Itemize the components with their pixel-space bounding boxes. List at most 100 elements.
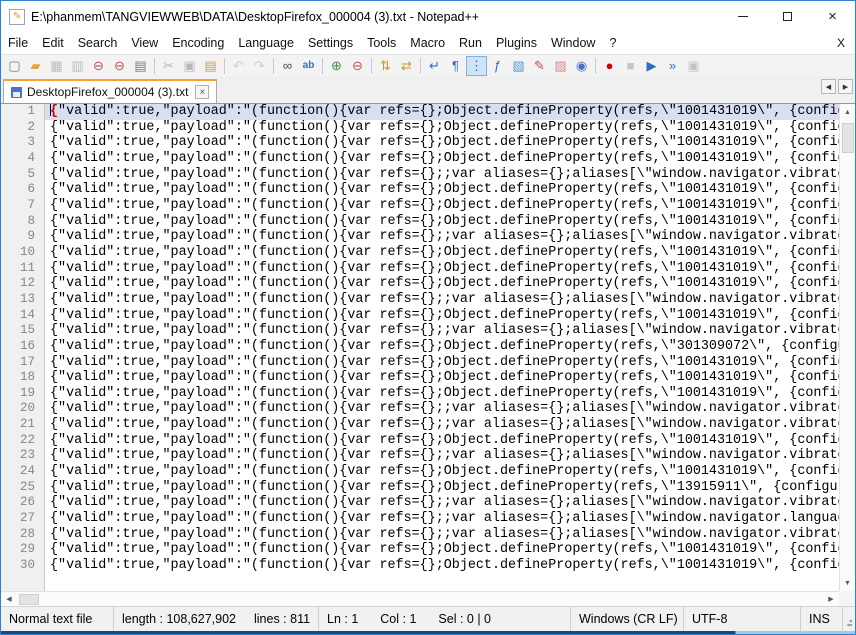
editor-line[interactable]: 22{"valid":true,"payload":"(function(){v… xyxy=(1,433,839,449)
editor-line[interactable]: 19{"valid":true,"payload":"(function(){v… xyxy=(1,386,839,402)
tab-close-button[interactable]: × xyxy=(195,85,209,99)
copy-icon[interactable]: ▣ xyxy=(179,56,200,76)
find-icon[interactable]: ∞ xyxy=(277,56,298,76)
close-file-icon[interactable]: ⊖ xyxy=(88,56,109,76)
editor-line[interactable]: 2{"valid":true,"payload":"(function(){va… xyxy=(1,120,839,136)
menu-item-tools[interactable]: Tools xyxy=(360,33,403,53)
editor-line[interactable]: 26{"valid":true,"payload":"(function(){v… xyxy=(1,495,839,511)
vertical-scroll-thumb[interactable] xyxy=(842,123,854,153)
editor-line[interactable]: 24{"valid":true,"payload":"(function(){v… xyxy=(1,464,839,480)
save-all-icon[interactable]: ▥ xyxy=(67,56,88,76)
editor-line[interactable]: 5{"valid":true,"payload":"(function(){va… xyxy=(1,167,839,183)
editor-line[interactable]: 16{"valid":true,"payload":"(function(){v… xyxy=(1,339,839,355)
editor-line[interactable]: 12{"valid":true,"payload":"(function(){v… xyxy=(1,276,839,292)
editor-line[interactable]: 25{"valid":true,"payload":"(function(){v… xyxy=(1,480,839,496)
print-icon[interactable]: ▤ xyxy=(130,56,151,76)
status-encoding[interactable]: UTF-8 xyxy=(684,607,801,631)
scroll-down-arrow-icon[interactable]: ▼ xyxy=(840,575,856,591)
editor-line[interactable]: 29{"valid":true,"payload":"(function(){v… xyxy=(1,542,839,558)
scroll-right-arrow-icon[interactable]: ▶ xyxy=(823,591,839,606)
zoom-out-icon[interactable]: ⊖ xyxy=(347,56,368,76)
line-number: 6 xyxy=(1,182,45,198)
scroll-up-arrow-icon[interactable]: ▲ xyxy=(840,104,856,120)
sync-vertical-icon[interactable]: ⇅ xyxy=(375,56,396,76)
function-list-icon[interactable]: ƒ xyxy=(487,56,508,76)
redo-icon[interactable]: ↷ xyxy=(249,56,270,76)
editor-line[interactable]: 11{"valid":true,"payload":"(function(){v… xyxy=(1,261,839,277)
run-macro-multiple-icon[interactable]: » xyxy=(662,56,683,76)
horizontal-scrollbar[interactable]: ◀ ▶ xyxy=(1,591,839,606)
monitoring-eye-icon[interactable]: ◉ xyxy=(571,56,592,76)
save-macro-icon[interactable]: ▣ xyxy=(683,56,704,76)
editor-line[interactable]: 10{"valid":true,"payload":"(function(){v… xyxy=(1,245,839,261)
editor-line[interactable]: 15{"valid":true,"payload":"(function(){v… xyxy=(1,323,839,339)
menu-item-edit[interactable]: Edit xyxy=(35,33,71,53)
editor-line[interactable]: 1{"valid":true,"payload":"(function(){va… xyxy=(1,104,839,120)
editor-line[interactable]: 18{"valid":true,"payload":"(function(){v… xyxy=(1,370,839,386)
menu-item-encoding[interactable]: Encoding xyxy=(165,33,231,53)
resize-grip[interactable] xyxy=(843,607,855,631)
status-eol-format[interactable]: Windows (CR LF) xyxy=(571,607,684,631)
menu-item-macro[interactable]: Macro xyxy=(403,33,452,53)
text-editor[interactable]: 1{"valid":true,"payload":"(function(){va… xyxy=(1,104,839,606)
editor-line[interactable]: 3{"valid":true,"payload":"(function(){va… xyxy=(1,135,839,151)
editor-line[interactable]: 28{"valid":true,"payload":"(function(){v… xyxy=(1,527,839,543)
editor-line[interactable]: 21{"valid":true,"payload":"(function(){v… xyxy=(1,417,839,433)
replace-icon[interactable]: ab xyxy=(298,56,319,76)
open-file-icon[interactable]: ▰ xyxy=(25,56,46,76)
tab-desktopfirefox-000004[interactable]: DesktopFirefox_000004 (3).txt × xyxy=(3,79,217,103)
editor-line[interactable]: 14{"valid":true,"payload":"(function(){v… xyxy=(1,308,839,324)
minimize-button[interactable] xyxy=(720,1,765,32)
record-macro-icon[interactable]: ● xyxy=(599,56,620,76)
zoom-in-icon[interactable]: ⊕ xyxy=(326,56,347,76)
indent-guide-icon[interactable]: ⋮ xyxy=(466,56,487,76)
cut-icon[interactable]: ✂ xyxy=(158,56,179,76)
line-text: {"valid":true,"payload":"(function(){var… xyxy=(45,558,839,574)
menu-item-help[interactable]: ? xyxy=(602,33,623,53)
close-all-icon[interactable]: ⊖ xyxy=(109,56,130,76)
document-list-icon[interactable]: ✎ xyxy=(529,56,550,76)
status-insert-mode[interactable]: INS xyxy=(801,607,843,631)
editor-line[interactable]: 30{"valid":true,"payload":"(function(){v… xyxy=(1,558,839,574)
new-file-icon[interactable]: ▢ xyxy=(4,56,25,76)
line-number: 17 xyxy=(1,355,45,371)
horizontal-scroll-thumb[interactable] xyxy=(19,594,39,605)
word-wrap-icon[interactable]: ↵ xyxy=(424,56,445,76)
menu-item-run[interactable]: Run xyxy=(452,33,489,53)
show-all-chars-icon[interactable]: ¶ xyxy=(445,56,466,76)
editor-line[interactable]: 4{"valid":true,"payload":"(function(){va… xyxy=(1,151,839,167)
document-map-icon[interactable]: ▧ xyxy=(508,56,529,76)
close-document-button[interactable]: X xyxy=(827,33,855,53)
editor-line[interactable]: 13{"valid":true,"payload":"(function(){v… xyxy=(1,292,839,308)
editor-line[interactable]: 23{"valid":true,"payload":"(function(){v… xyxy=(1,448,839,464)
sync-horizontal-icon[interactable]: ⇄ xyxy=(396,56,417,76)
menu-item-language[interactable]: Language xyxy=(231,33,301,53)
menu-item-view[interactable]: View xyxy=(124,33,165,53)
menu-item-file[interactable]: File xyxy=(1,33,35,53)
maximize-button[interactable] xyxy=(765,1,810,32)
editor-line[interactable]: 17{"valid":true,"payload":"(function(){v… xyxy=(1,355,839,371)
menu-item-settings[interactable]: Settings xyxy=(301,33,360,53)
menu-item-plugins[interactable]: Plugins xyxy=(489,33,544,53)
tab-scroll-right-button[interactable]: ▶ xyxy=(838,79,853,94)
scroll-left-arrow-icon[interactable]: ◀ xyxy=(1,591,17,606)
editor-line[interactable]: 8{"valid":true,"payload":"(function(){va… xyxy=(1,214,839,230)
stop-macro-icon[interactable]: ■ xyxy=(620,56,641,76)
vertical-scrollbar[interactable]: ▲ ▼ xyxy=(839,104,855,591)
line-number: 24 xyxy=(1,464,45,480)
close-button[interactable]: × xyxy=(810,1,855,32)
editor-line[interactable]: 20{"valid":true,"payload":"(function(){v… xyxy=(1,401,839,417)
editor-line[interactable]: 27{"valid":true,"payload":"(function(){v… xyxy=(1,511,839,527)
paste-icon[interactable]: ▤ xyxy=(200,56,221,76)
menu-item-window[interactable]: Window xyxy=(544,33,602,53)
save-icon[interactable]: ▦ xyxy=(46,56,67,76)
tab-scroll-left-button[interactable]: ◀ xyxy=(821,79,836,94)
editor-line[interactable]: 7{"valid":true,"payload":"(function(){va… xyxy=(1,198,839,214)
folder-as-workspace-icon[interactable]: ▨ xyxy=(550,56,571,76)
undo-icon[interactable]: ↶ xyxy=(228,56,249,76)
menu-item-search[interactable]: Search xyxy=(71,33,125,53)
play-macro-icon[interactable]: ▶ xyxy=(641,56,662,76)
editor-line[interactable]: 9{"valid":true,"payload":"(function(){va… xyxy=(1,229,839,245)
editor-line[interactable]: 6{"valid":true,"payload":"(function(){va… xyxy=(1,182,839,198)
line-text: {"valid":true,"payload":"(function(){var… xyxy=(45,495,839,511)
